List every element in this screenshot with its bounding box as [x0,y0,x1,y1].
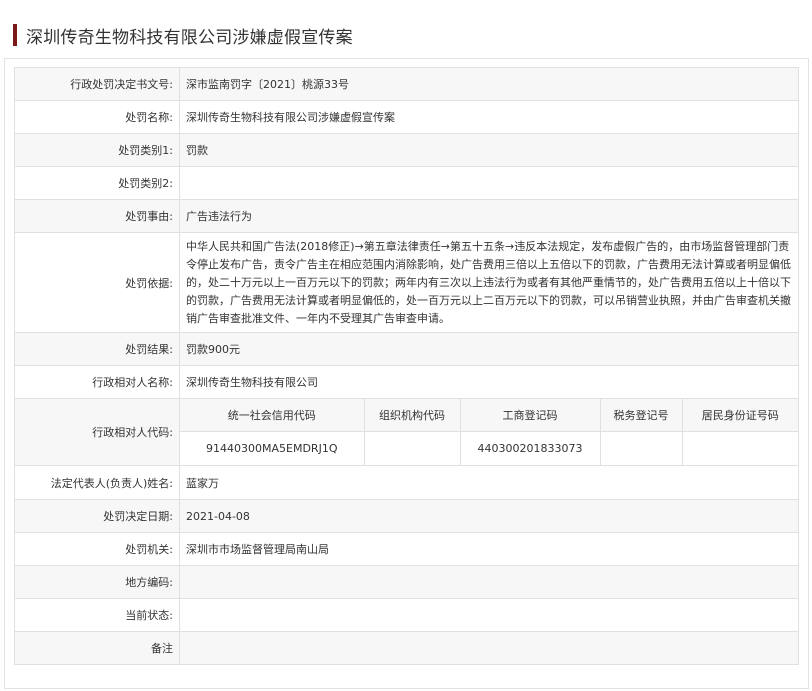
row-decision-no: 行政处罚决定书文号: 深市监南罚字〔2021〕桃源33号 [14,67,799,101]
row-legal-rep: 法定代表人(负责人)姓名: 蓝家万 [14,465,799,500]
penalty-name-value: 深圳传奇生物科技有限公司涉嫌虚假宣传案 [179,100,799,134]
category1-label: 处罚类别1: [14,133,180,167]
authority-value: 深圳市市场监督管理局南山局 [179,532,799,566]
code-value-id [682,431,798,465]
decision-date-label: 处罚决定日期: [14,499,180,533]
penalty-detail-panel: 行政处罚决定书文号: 深市监南罚字〔2021〕桃源33号 处罚名称: 深圳传奇生… [4,58,809,689]
authority-label: 处罚机关: [14,532,180,566]
code-header-id: 居民身份证号码 [682,399,798,432]
remark-label: 备注 [14,631,180,665]
row-local-code: 地方编码: [14,565,799,599]
party-name-label: 行政相对人名称: [14,365,180,399]
reason-label: 处罚事由: [14,199,180,233]
row-basis: 处罚依据: 中华人民共和国广告法(2018修正)→第五章法律责任→第五十五条→违… [14,232,799,333]
code-header-org: 组织机构代码 [364,399,461,432]
basis-value: 中华人民共和国广告法(2018修正)→第五章法律责任→第五十五条→违反本法规定，… [179,232,799,333]
page-title: 深圳传奇生物科技有限公司涉嫌虚假宣传案 [26,27,353,48]
row-party-name: 行政相对人名称: 深圳传奇生物科技有限公司 [14,365,799,399]
row-category2: 处罚类别2: [14,166,799,200]
title-accent-bar [13,24,17,46]
row-party-code: 行政相对人代码: 统一社会信用代码 组织机构代码 工商登记码 税务登记号 居民身… [14,398,799,466]
row-result: 处罚结果: 罚款900元 [14,332,799,366]
code-value-business: 440300201833073 [460,431,601,465]
party-code-cell: 统一社会信用代码 组织机构代码 工商登记码 税务登记号 居民身份证号码 9144… [179,398,799,466]
penalty-detail-table: 行政处罚决定书文号: 深市监南罚字〔2021〕桃源33号 处罚名称: 深圳传奇生… [14,67,799,665]
code-value-row: 91440300MA5EMDRJ1Q 440300201833073 [180,431,798,465]
legal-rep-label: 法定代表人(负责人)姓名: [14,465,180,500]
party-code-table: 统一社会信用代码 组织机构代码 工商登记码 税务登记号 居民身份证号码 9144… [180,399,798,465]
page-header: 深圳传奇生物科技有限公司涉嫌虚假宣传案 [13,22,353,48]
row-authority: 处罚机关: 深圳市市场监督管理局南山局 [14,532,799,566]
result-label: 处罚结果: [14,332,180,366]
remark-value [179,631,799,665]
row-remark: 备注 [14,631,799,665]
decision-no-value: 深市监南罚字〔2021〕桃源33号 [179,67,799,101]
code-value-credit: 91440300MA5EMDRJ1Q [180,431,365,465]
row-penalty-name: 处罚名称: 深圳传奇生物科技有限公司涉嫌虚假宣传案 [14,100,799,134]
local-code-value [179,565,799,599]
reason-value: 广告违法行为 [179,199,799,233]
code-header-business: 工商登记码 [460,399,601,432]
basis-label: 处罚依据: [14,232,180,333]
row-category1: 处罚类别1: 罚款 [14,133,799,167]
category2-value [179,166,799,200]
category2-label: 处罚类别2: [14,166,180,200]
status-value [179,598,799,632]
row-decision-date: 处罚决定日期: 2021-04-08 [14,499,799,533]
row-status: 当前状态: [14,598,799,632]
category1-value: 罚款 [179,133,799,167]
penalty-name-label: 处罚名称: [14,100,180,134]
status-label: 当前状态: [14,598,180,632]
local-code-label: 地方编码: [14,565,180,599]
row-reason: 处罚事由: 广告违法行为 [14,199,799,233]
decision-date-value: 2021-04-08 [179,499,799,533]
code-header-tax: 税务登记号 [600,399,683,432]
party-name-value: 深圳传奇生物科技有限公司 [179,365,799,399]
result-value: 罚款900元 [179,332,799,366]
code-header-credit: 统一社会信用代码 [180,399,365,432]
code-header-row: 统一社会信用代码 组织机构代码 工商登记码 税务登记号 居民身份证号码 [180,399,798,432]
party-code-label: 行政相对人代码: [14,398,180,466]
code-value-org [364,431,461,465]
decision-no-label: 行政处罚决定书文号: [14,67,180,101]
code-value-tax [600,431,683,465]
legal-rep-value: 蓝家万 [179,465,799,500]
